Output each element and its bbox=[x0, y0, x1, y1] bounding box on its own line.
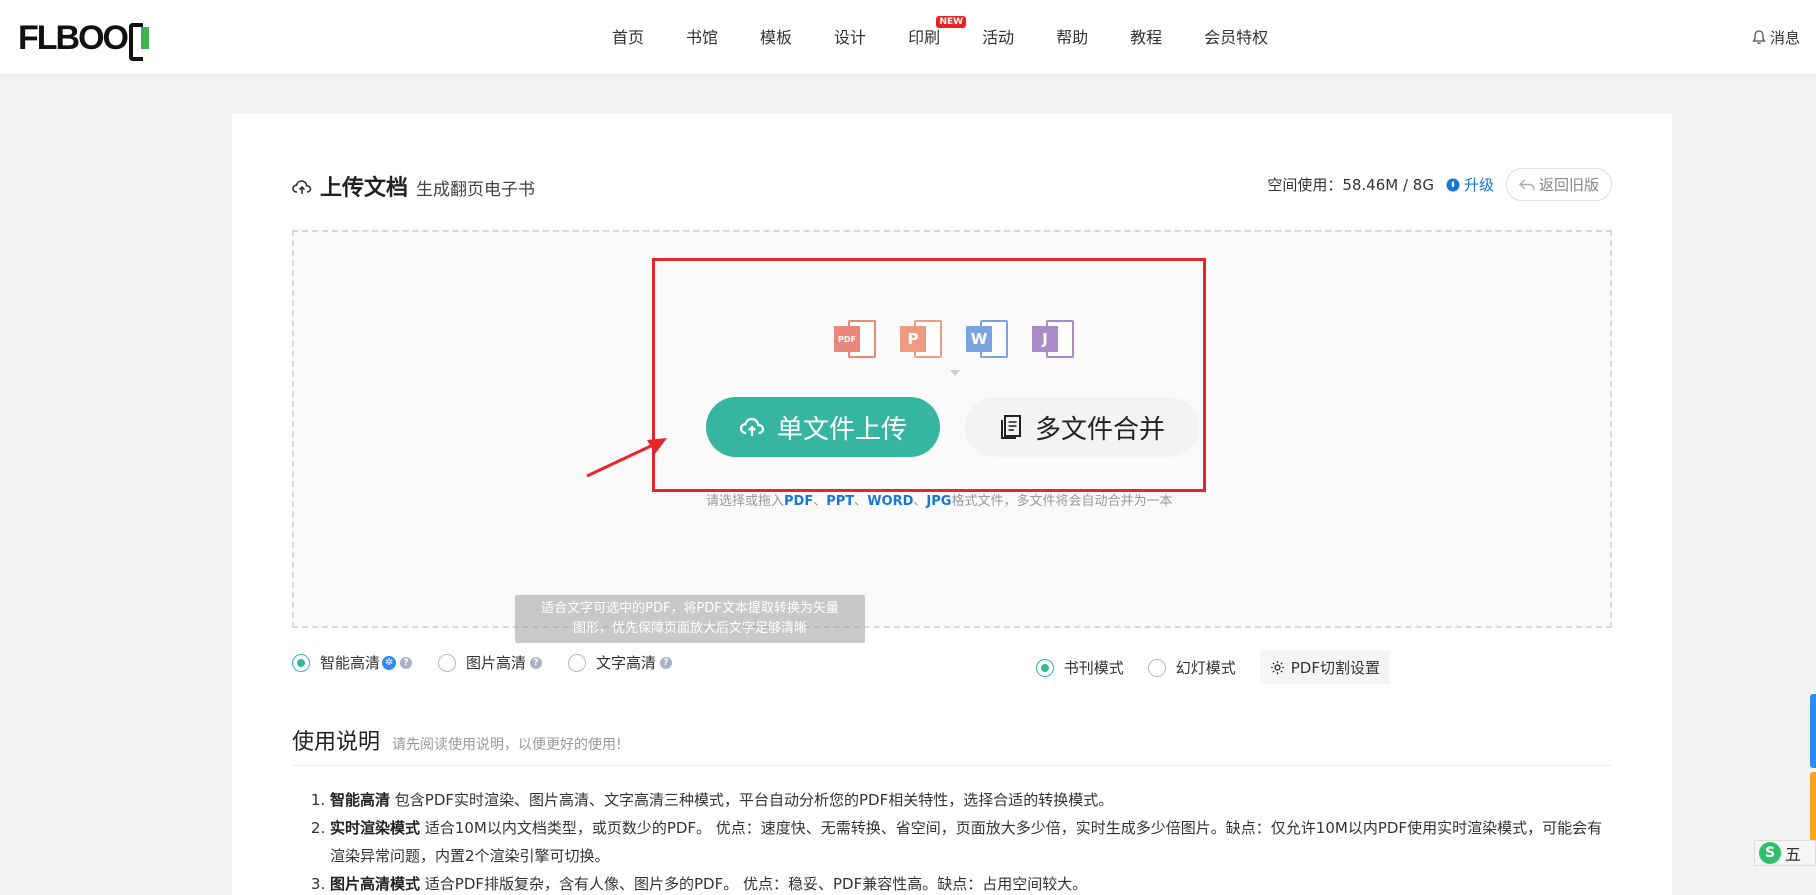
list-item: 实时渲染模式 适合10M以内文档类型，或页数少的PDF。 优点：速度快、无需转换… bbox=[330, 814, 1612, 870]
bell-icon bbox=[1752, 30, 1766, 44]
nav-tutorials[interactable]: 教程 bbox=[1130, 24, 1162, 48]
logo-mark-icon bbox=[128, 21, 155, 61]
file-type-icons: PDF P W J bbox=[834, 318, 1076, 360]
list-item: 智能高清 包含PDF实时渲染、图片高清、文字高清三种模式，平台自动分析您的PDF… bbox=[330, 786, 1612, 814]
conversion-mode-options: 智能高清 ✲ ? 图片高清 ? 文字高清 ? bbox=[292, 652, 698, 673]
single-file-upload-button[interactable]: 单文件上传 bbox=[706, 397, 940, 457]
list-item: 图片高清模式 适合PDF排版复杂，含有人像、图片多的PDF。 优点：稳妥、PDF… bbox=[330, 870, 1612, 895]
nav-home[interactable]: 首页 bbox=[612, 24, 644, 48]
usage-guide-list: 智能高清 包含PDF实时渲染、图片高清、文字高清三种模式，平台自动分析您的PDF… bbox=[312, 786, 1612, 895]
nav-design[interactable]: 设计 bbox=[834, 24, 866, 48]
image-hd-radio[interactable] bbox=[438, 653, 457, 672]
divider bbox=[292, 765, 1612, 766]
slide-mode-radio[interactable] bbox=[1147, 658, 1166, 677]
slide-mode-option[interactable]: 幻灯模式 bbox=[1147, 657, 1236, 678]
page-subtitle: 生成翻页电子书 bbox=[416, 180, 536, 200]
top-header: FLBOO 首页 书馆 模板 设计 印刷 NEW 活动 帮助 教程 会员特权 消息 bbox=[0, 0, 1816, 74]
nav-help[interactable]: 帮助 bbox=[1056, 24, 1088, 48]
smart-hd-radio[interactable] bbox=[292, 653, 310, 672]
pdf-cut-settings-button[interactable]: PDF切割设置 bbox=[1259, 651, 1390, 684]
gear-icon bbox=[1270, 660, 1284, 675]
side-service-tab[interactable] bbox=[1810, 694, 1816, 768]
display-mode-options: 书刊模式 幻灯模式 PDF切割设置 bbox=[1035, 651, 1390, 684]
flbook-logo[interactable]: FLBOO bbox=[18, 19, 155, 61]
caret-down-icon bbox=[950, 370, 960, 376]
help-icon[interactable]: ? bbox=[400, 656, 413, 669]
smart-hd-option[interactable]: 智能高清 ✲ ? bbox=[292, 652, 413, 673]
help-icon[interactable]: ? bbox=[660, 656, 673, 669]
image-hd-option[interactable]: 图片高清 ? bbox=[438, 652, 543, 673]
pdf-file-icon: PDF bbox=[834, 318, 878, 360]
sogou-ime-icon: S bbox=[1759, 842, 1781, 864]
side-feedback-tab[interactable] bbox=[1810, 772, 1816, 842]
book-mode-radio[interactable] bbox=[1035, 658, 1054, 677]
nav-vip[interactable]: 会员特权 bbox=[1204, 24, 1268, 48]
page-title: 上传文档 bbox=[320, 176, 409, 201]
upload-title-row: 上传文档 生成翻页电子书 bbox=[292, 170, 535, 202]
help-icon[interactable]: ? bbox=[530, 656, 543, 669]
gear-badge-icon: ✲ bbox=[382, 655, 397, 670]
ppt-file-icon: P bbox=[900, 318, 944, 360]
text-hd-option[interactable]: 文字高清 ? bbox=[568, 652, 673, 673]
nav-events[interactable]: 活动 bbox=[982, 24, 1014, 48]
upgrade-link[interactable]: 升级 bbox=[1446, 174, 1494, 195]
red-arrow-icon bbox=[586, 438, 667, 478]
cloud-upload-icon bbox=[739, 417, 765, 436]
rocket-icon bbox=[1446, 178, 1460, 191]
upload-hint: 请选择或拖入PDF、PPT、WORD、JPG格式文件，多文件将会自动合并为一本 bbox=[706, 494, 1173, 509]
space-usage-text: 空间使用：58.46M / 8G bbox=[1267, 176, 1434, 194]
multi-file-merge-button[interactable]: 多文件合并 bbox=[965, 397, 1199, 457]
messages-link[interactable]: 消息 bbox=[1752, 27, 1800, 48]
usage-guide-header: 使用说明 请先阅读使用说明，以便更好的使用! bbox=[292, 724, 622, 756]
guide-subtitle: 请先阅读使用说明，以便更好的使用! bbox=[392, 737, 622, 753]
nav-library[interactable]: 书馆 bbox=[686, 24, 718, 48]
cloud-upload-icon bbox=[292, 180, 312, 194]
nav-templates[interactable]: 模板 bbox=[760, 24, 792, 48]
guide-title: 使用说明 bbox=[292, 730, 381, 755]
text-hd-tooltip: 适合文字可选中的PDF，将PDF文本提取转换为矢量 图形，优先保障页面放大后文字… bbox=[515, 595, 865, 643]
space-usage-row: 空间使用：58.46M / 8G 升级 返回旧版 bbox=[1267, 168, 1612, 201]
jpg-file-icon: J bbox=[1032, 318, 1076, 360]
nav-print[interactable]: 印刷 NEW bbox=[908, 16, 967, 48]
ime-toolbar[interactable]: S 五 bbox=[1754, 840, 1816, 866]
new-badge: NEW bbox=[936, 16, 967, 28]
return-old-version-button[interactable]: 返回旧版 bbox=[1505, 168, 1612, 201]
text-hd-radio[interactable] bbox=[568, 653, 587, 672]
word-file-icon: W bbox=[966, 318, 1010, 360]
back-arrow-icon bbox=[1518, 178, 1535, 190]
documents-icon bbox=[1000, 415, 1021, 439]
book-mode-option[interactable]: 书刊模式 bbox=[1035, 657, 1124, 678]
main-nav: 首页 书馆 模板 设计 印刷 NEW 活动 帮助 教程 会员特权 bbox=[612, 16, 1310, 48]
